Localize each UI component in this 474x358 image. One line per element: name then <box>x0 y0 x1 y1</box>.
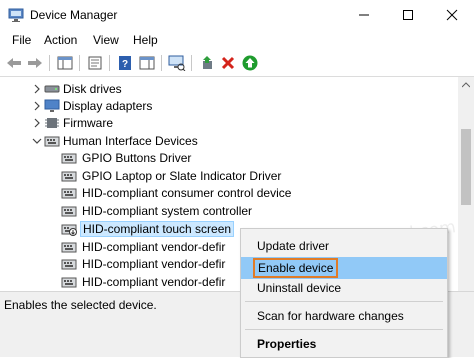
scrollbar-thumb[interactable] <box>461 129 471 205</box>
tree-item-label: Disk drives <box>63 82 122 96</box>
maximize-icon <box>403 10 413 20</box>
minimize-button[interactable] <box>342 0 386 30</box>
tree-item-label: HID-compliant system controller <box>82 204 253 218</box>
hid-device-icon <box>61 153 77 164</box>
context-menu: Update driver Enable device Uninstall de… <box>240 228 448 358</box>
scan-hardware-icon <box>168 55 186 71</box>
console-tree-button[interactable] <box>56 54 74 72</box>
firmware-icon <box>45 118 59 128</box>
help-icon: ? <box>119 56 131 70</box>
tree-item-label: GPIO Buttons Driver <box>82 151 192 165</box>
back-arrow-icon <box>7 58 21 68</box>
display-adapter-icon <box>44 99 60 112</box>
scroll-up-button[interactable] <box>458 77 474 93</box>
menu-separator <box>245 329 443 330</box>
menu-help[interactable]: Help <box>133 33 158 47</box>
vertical-scrollbar[interactable] <box>458 77 474 291</box>
forward-arrow-icon <box>28 58 42 68</box>
action-pane-button[interactable] <box>138 54 156 72</box>
properties-button[interactable] <box>86 54 104 72</box>
tree-item-label: Human Interface Devices <box>63 134 198 148</box>
status-text: Enables the selected device. <box>4 298 157 312</box>
update-driver-icon <box>203 56 212 69</box>
title-bar: Device Manager <box>0 0 474 31</box>
tree-item-hid-consumer-control[interactable]: HID-compliant consumer control device <box>0 184 458 203</box>
menu-item-label: Properties <box>257 337 317 351</box>
context-menu-scan-hardware[interactable]: Scan for hardware changes <box>241 305 447 327</box>
close-icon <box>446 9 458 21</box>
disk-drive-icon <box>44 85 60 93</box>
tree-item-label: HID-compliant touch screen <box>80 221 235 237</box>
tree-item-label: HID-compliant consumer control device <box>82 186 292 200</box>
context-menu-enable-device[interactable]: Enable device <box>241 257 447 279</box>
hid-device-icon <box>61 242 77 253</box>
tree-item-label: HID-compliant vendor-defir <box>82 275 226 289</box>
chevron-right-icon[interactable] <box>32 84 42 94</box>
context-menu-properties[interactable]: Properties <box>241 333 447 355</box>
tree-item-firmware[interactable]: Firmware <box>0 114 458 133</box>
help-button[interactable]: ? <box>116 54 134 72</box>
device-manager-icon <box>8 8 24 22</box>
hid-device-icon <box>61 206 77 217</box>
update-driver-button[interactable] <box>198 54 216 72</box>
menu-bar: File Action View Help <box>0 30 474 50</box>
minimize-icon <box>359 14 369 16</box>
chevron-down-icon[interactable] <box>32 136 42 146</box>
menu-item-label: Scan for hardware changes <box>257 309 404 323</box>
maximize-button[interactable] <box>386 0 430 30</box>
tree-item-label: Firmware <box>63 116 113 130</box>
tree-item-hid-system-controller[interactable]: HID-compliant system controller <box>0 202 458 221</box>
tree-item-label: Display adapters <box>63 99 153 113</box>
toolbar: ? <box>0 50 474 77</box>
menu-item-label: Update driver <box>257 239 330 253</box>
hid-device-icon <box>61 171 77 182</box>
tree-item-label: GPIO Laptop or Slate Indicator Driver <box>82 169 282 183</box>
back-button[interactable] <box>5 54 23 72</box>
menu-item-label: Enable device <box>253 258 339 278</box>
enable-device-button[interactable] <box>241 54 259 72</box>
svg-text:?: ? <box>122 59 128 70</box>
hid-icon <box>44 136 60 147</box>
hid-device-disabled-icon <box>61 224 77 236</box>
tree-item-gpio-buttons-driver[interactable]: GPIO Buttons Driver <box>0 149 458 168</box>
hid-device-icon <box>61 259 77 270</box>
uninstall-icon <box>221 56 235 70</box>
hid-device-icon <box>61 188 77 199</box>
tree-item-label: HID-compliant vendor-defir <box>82 240 226 254</box>
scroll-up-icon <box>462 82 470 88</box>
scan-hardware-button[interactable] <box>168 54 186 72</box>
show-hide-console-tree-icon <box>57 56 73 70</box>
tree-item-label: HID-compliant vendor-defir <box>82 257 226 271</box>
hid-device-icon <box>61 277 77 288</box>
properties-icon <box>88 56 102 70</box>
menu-separator <box>245 301 443 302</box>
context-menu-update-driver[interactable]: Update driver <box>241 235 447 257</box>
chevron-right-icon[interactable] <box>32 118 42 128</box>
enable-device-icon <box>242 55 258 71</box>
window-title: Device Manager <box>30 8 118 22</box>
forward-button[interactable] <box>26 54 44 72</box>
uninstall-button[interactable] <box>219 54 237 72</box>
context-menu-uninstall-device[interactable]: Uninstall device <box>241 277 447 299</box>
chevron-right-icon[interactable] <box>32 101 42 111</box>
close-button[interactable] <box>430 0 474 30</box>
menu-view[interactable]: View <box>93 33 119 47</box>
menu-item-label: Uninstall device <box>257 281 342 295</box>
action-pane-icon <box>139 56 155 70</box>
menu-action[interactable]: Action <box>44 33 77 47</box>
menu-file[interactable]: File <box>12 33 31 47</box>
